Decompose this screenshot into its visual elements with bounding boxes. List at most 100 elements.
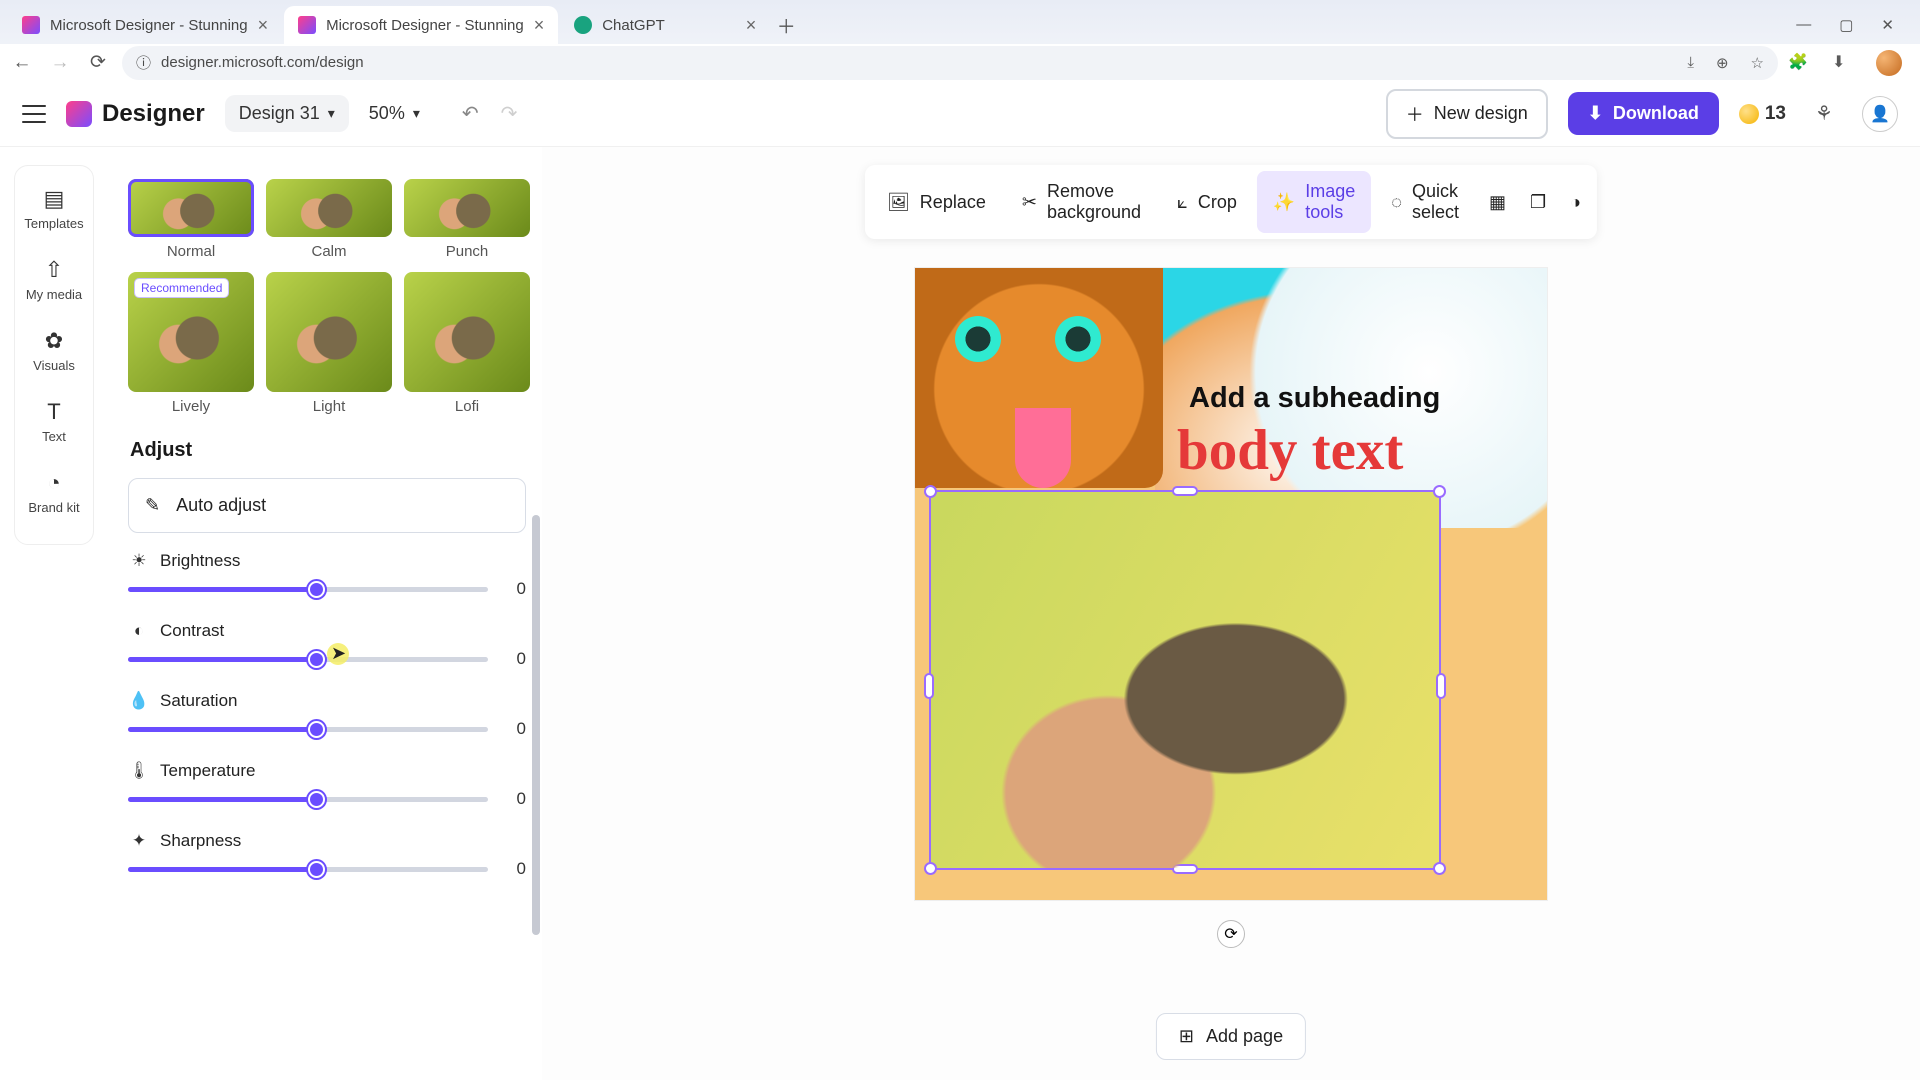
preset-normal[interactable]: Normal: [128, 179, 254, 260]
add-page-button[interactable]: ⊞ Add page: [1156, 1013, 1306, 1060]
cartoon-dog-image[interactable]: [915, 268, 1163, 488]
panel-scrollbar[interactable]: [532, 515, 540, 935]
designer-favicon: [298, 16, 316, 34]
profile-avatar[interactable]: [1876, 50, 1902, 76]
zoom-lens-icon[interactable]: ⊕: [1716, 54, 1729, 72]
install-app-icon[interactable]: ⤓: [1687, 54, 1694, 72]
resize-handle[interactable]: [1172, 864, 1198, 874]
preset-punch[interactable]: Punch: [404, 179, 530, 260]
design-name-dropdown[interactable]: Design 31 ▾: [225, 95, 349, 132]
credits-counter[interactable]: 13: [1739, 103, 1786, 125]
maximize-icon[interactable]: ▢: [1839, 16, 1853, 34]
address-bar[interactable]: ⓘ designer.microsoft.com/design ⤓ ⊕ ☆: [122, 46, 1778, 80]
sidebar-item-text[interactable]: TText: [15, 389, 93, 454]
resize-handle[interactable]: [924, 862, 937, 875]
slider-label: Temperature: [160, 761, 255, 781]
browser-tab[interactable]: Microsoft Designer - Stunning ×: [284, 6, 558, 44]
new-design-button[interactable]: ＋ New design: [1386, 89, 1548, 139]
preset-light[interactable]: Light: [266, 272, 392, 415]
sidebar-item-templates[interactable]: ▤Templates: [15, 176, 93, 241]
tabs-row: Microsoft Designer - Stunning × Microsof…: [0, 0, 1920, 44]
resize-handle[interactable]: [1433, 862, 1446, 875]
reload-icon[interactable]: ⟳: [84, 49, 112, 77]
browser-tab[interactable]: ChatGPT ×: [560, 6, 770, 44]
slider-thumb[interactable]: [308, 721, 325, 738]
sharpness-icon: ✦: [128, 831, 150, 851]
sidebar-item-mymedia[interactable]: ⇧My media: [15, 247, 93, 312]
sidebar-label: Text: [42, 429, 66, 444]
menu-button[interactable]: [22, 105, 46, 123]
bookmark-icon[interactable]: ☆: [1751, 54, 1764, 72]
redo-button[interactable]: ↷: [501, 101, 518, 126]
saturation-slider[interactable]: 0: [128, 715, 526, 743]
back-icon[interactable]: ←: [8, 49, 36, 77]
close-icon[interactable]: ×: [258, 15, 269, 36]
temperature-slider[interactable]: 0: [128, 785, 526, 813]
crop-icon: ⟀: [1177, 192, 1188, 213]
site-info-icon[interactable]: ⓘ: [136, 52, 151, 73]
close-window-icon[interactable]: ✕: [1881, 16, 1894, 34]
minimize-icon[interactable]: —: [1796, 16, 1811, 34]
sidebar-item-visuals[interactable]: ✿Visuals: [15, 318, 93, 383]
resize-handle[interactable]: [1436, 673, 1446, 699]
design-name: Design 31: [239, 103, 320, 124]
slider-thumb[interactable]: [308, 581, 325, 598]
slider-thumb[interactable]: [308, 651, 325, 668]
ctx-crop[interactable]: ⟀Crop: [1161, 171, 1253, 233]
ctx-label: Quick select: [1412, 181, 1459, 223]
slider-label: Saturation: [160, 691, 238, 711]
workspace: ▤Templates ⇧My media ✿Visuals TText ◔Bra…: [0, 147, 1920, 1080]
auto-adjust-label: Auto adjust: [176, 495, 266, 516]
preset-calm[interactable]: Calm: [266, 179, 392, 260]
body-text[interactable]: body text: [1177, 418, 1403, 483]
ctx-quick-select[interactable]: ◌Quick select: [1375, 171, 1475, 233]
new-tab-button[interactable]: ＋: [772, 11, 800, 39]
logo-text: Designer: [102, 100, 205, 128]
contrast-slider[interactable]: 0: [128, 645, 526, 673]
auto-adjust-button[interactable]: ✎ Auto adjust: [128, 478, 526, 533]
share-icon[interactable]: ⚘: [1806, 96, 1842, 132]
zoom-dropdown[interactable]: 50% ▾: [369, 103, 420, 124]
address-row: ← → ⟳ ⓘ designer.microsoft.com/design ⤓ …: [0, 44, 1920, 81]
close-icon[interactable]: ×: [746, 15, 757, 36]
brightness-slider[interactable]: 0: [128, 575, 526, 603]
sharpness-slider[interactable]: 0: [128, 855, 526, 883]
subheading-text[interactable]: Add a subheading: [1189, 382, 1440, 415]
ctx-duplicate[interactable]: ❐: [1520, 171, 1556, 233]
download-button[interactable]: ⬇ Download: [1568, 92, 1719, 135]
resize-handle[interactable]: [1172, 486, 1198, 496]
preset-lofi[interactable]: Lofi: [404, 272, 530, 415]
slider-thumb[interactable]: [308, 791, 325, 808]
ctx-opacity[interactable]: ◑: [1560, 171, 1591, 233]
ctx-remove-bg[interactable]: ✂Remove background: [1006, 171, 1157, 233]
slider-thumb[interactable]: [308, 861, 325, 878]
preset-lively[interactable]: RecommendedLively: [128, 272, 254, 415]
resize-handle[interactable]: [924, 485, 937, 498]
saturation-icon: 💧: [128, 691, 150, 711]
resize-handle[interactable]: [1433, 485, 1446, 498]
app-root: Designer Design 31 ▾ 50% ▾ ↶ ↷ ＋ New des…: [0, 81, 1920, 1080]
chatgpt-favicon: [574, 16, 592, 34]
extensions-icon[interactable]: 🧩: [1788, 52, 1810, 74]
duplicate-icon: ❐: [1530, 192, 1546, 213]
logo-group[interactable]: Designer: [66, 100, 205, 128]
temperature-icon: 🌡: [128, 761, 150, 781]
layers-icon: ▦: [1489, 192, 1506, 213]
ctx-image-tools[interactable]: ✨Image tools: [1257, 171, 1371, 233]
undo-button[interactable]: ↶: [462, 101, 479, 126]
downloads-icon[interactable]: ⬇: [1832, 52, 1854, 74]
browser-tab[interactable]: Microsoft Designer - Stunning ×: [8, 6, 282, 44]
resize-handle[interactable]: [924, 673, 934, 699]
forward-icon[interactable]: →: [46, 49, 74, 77]
close-icon[interactable]: ×: [534, 15, 545, 36]
download-label: Download: [1613, 103, 1699, 124]
rotate-handle[interactable]: ⟳: [1217, 920, 1245, 948]
ctx-layers[interactable]: ▦: [1479, 171, 1516, 233]
user-icon[interactable]: 👤: [1862, 96, 1898, 132]
selected-image[interactable]: [929, 490, 1441, 870]
sidebar-item-brandkit[interactable]: ◔Brand kit: [15, 460, 93, 525]
design-canvas[interactable]: Add a subheading body text ⟳: [914, 267, 1548, 901]
canvas-area[interactable]: 🖼Replace ✂Remove background ⟀Crop ✨Image…: [542, 147, 1920, 1080]
ctx-replace[interactable]: 🖼Replace: [871, 171, 1002, 233]
designer-favicon: [22, 16, 40, 34]
